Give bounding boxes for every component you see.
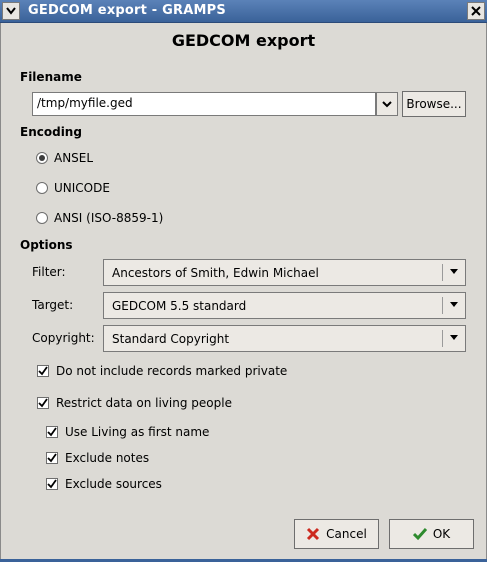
chevron-down-icon (447, 296, 461, 314)
encoding-ansi-label: ANSI (ISO-8859-1) (54, 211, 164, 225)
radio-selected-icon (36, 152, 48, 164)
browse-label: Browse... (406, 97, 462, 111)
ok-icon (412, 528, 427, 541)
copyright-value: Standard Copyright (112, 332, 230, 346)
checkmark-icon (37, 397, 49, 409)
radio-unselected-icon (36, 182, 48, 194)
combo-separator (442, 264, 443, 281)
copyright-select[interactable]: Standard Copyright (103, 325, 466, 352)
living-name-checkbox[interactable]: Use Living as first name (46, 424, 209, 440)
chevron-down-icon (447, 263, 461, 281)
filename-input[interactable]: /tmp/myfile.ged (32, 92, 376, 116)
chevron-down-icon (382, 100, 392, 107)
cancel-label: Cancel (326, 527, 367, 541)
exclude-notes-checkbox[interactable]: Exclude notes (46, 450, 149, 466)
filter-label: Filter: (32, 265, 66, 279)
ok-label: OK (432, 527, 451, 541)
exclude-sources-checkbox[interactable]: Exclude sources (46, 476, 162, 492)
radio-unselected-icon (36, 212, 48, 224)
close-icon (471, 6, 481, 16)
private-checkbox[interactable]: Do not include records marked private (37, 363, 287, 379)
encoding-ansi-radio[interactable]: ANSI (ISO-8859-1) (36, 210, 163, 226)
encoding-unicode-label: UNICODE (54, 181, 110, 195)
exclude-sources-label: Exclude sources (65, 477, 162, 491)
chevron-down-icon (6, 7, 16, 15)
encoding-ansel-radio[interactable]: ANSEL (36, 150, 93, 166)
copyright-label: Copyright: (32, 331, 95, 345)
filename-combo: /tmp/myfile.ged (32, 92, 398, 116)
checkmark-icon (46, 452, 58, 464)
filter-select[interactable]: Ancestors of Smith, Edwin Michael (103, 259, 466, 286)
target-select[interactable]: GEDCOM 5.5 standard (103, 292, 466, 319)
restrict-label: Restrict data on living people (56, 396, 232, 410)
title-bar: GEDCOM export - GRAMPS (0, 0, 487, 23)
browse-button[interactable]: Browse... (402, 91, 466, 117)
ok-button[interactable]: OK (389, 519, 474, 549)
close-button[interactable] (467, 2, 485, 20)
filter-value: Ancestors of Smith, Edwin Michael (112, 266, 319, 280)
window-title: GEDCOM export - GRAMPS (28, 3, 226, 18)
encoding-ansel-label: ANSEL (54, 151, 94, 165)
exclude-notes-label: Exclude notes (65, 451, 150, 465)
target-value: GEDCOM 5.5 standard (112, 299, 247, 313)
window-menu-button[interactable] (2, 2, 20, 20)
combo-separator (442, 330, 443, 347)
filename-section-label: Filename (20, 70, 82, 84)
combo-separator (442, 297, 443, 314)
encoding-unicode-radio[interactable]: UNICODE (36, 180, 110, 196)
cancel-button[interactable]: Cancel (294, 519, 379, 549)
target-label: Target: (32, 298, 74, 312)
private-label: Do not include records marked private (56, 364, 288, 378)
options-section-label: Options (20, 238, 73, 252)
checkmark-icon (37, 365, 49, 377)
checkmark-icon (46, 478, 58, 490)
dialog-heading: GEDCOM export (171, 31, 316, 50)
encoding-section-label: Encoding (20, 125, 82, 139)
restrict-checkbox[interactable]: Restrict data on living people (37, 395, 232, 411)
cancel-icon (307, 527, 320, 541)
chevron-down-icon (447, 329, 461, 347)
checkmark-icon (46, 426, 58, 438)
living-name-label: Use Living as first name (65, 425, 210, 439)
filename-history-button[interactable] (376, 92, 398, 116)
